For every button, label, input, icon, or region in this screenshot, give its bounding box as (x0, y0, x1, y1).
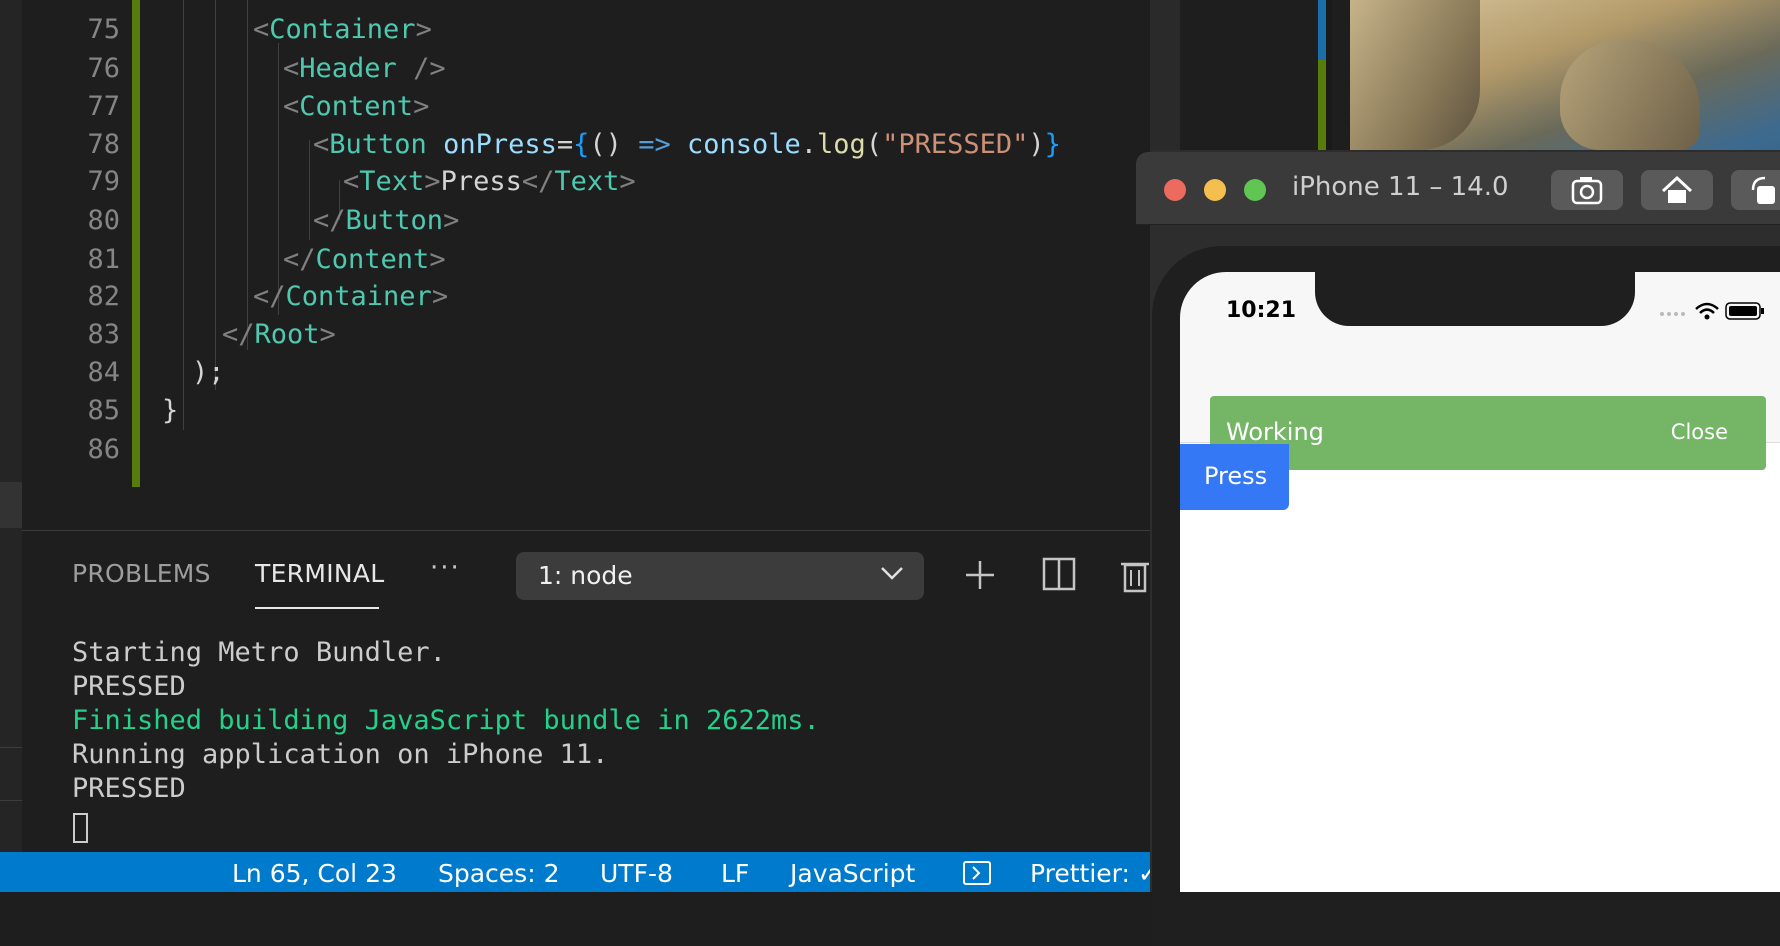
code-line[interactable]: 82 </Container> (22, 275, 1150, 318)
bottom-panel: PROBLEMS TERMINAL ··· 1: node Starting M… (22, 530, 1150, 853)
status-indentation[interactable]: Spaces: 2 (438, 859, 559, 888)
terminal-select[interactable]: 1: node (516, 552, 924, 600)
terminal-line: Starting Metro Bundler. (72, 637, 446, 668)
active-tab-underline (255, 607, 379, 609)
code-line[interactable]: 79 <Text>Press</Text> (22, 160, 1150, 203)
plus-icon[interactable] (964, 559, 996, 591)
line-number: 85 (87, 395, 120, 426)
camera-icon (1571, 177, 1603, 205)
code-line[interactable]: 85 } (22, 389, 1150, 432)
scrollbar-marker (1318, 60, 1326, 150)
status-time: 10:21 (1226, 298, 1297, 323)
terminal-line: PRESSED (72, 671, 186, 702)
code-text: </Container> (253, 281, 449, 312)
terminal-line: Running application on iPhone 11. (72, 739, 609, 770)
simulator-title: iPhone 11 – 14.0 (1292, 172, 1509, 202)
press-button-label: Press (1204, 462, 1268, 490)
more-actions-icon[interactable]: ··· (430, 553, 461, 583)
phone-screen: 10:21 Working Close Press (1180, 272, 1780, 892)
home-button[interactable] (1641, 170, 1713, 210)
code-line[interactable]: 84 ); (22, 351, 1150, 394)
trash-icon[interactable] (1120, 557, 1150, 593)
code-line[interactable]: 80 </Button> (22, 199, 1150, 242)
split-terminal-icon[interactable] (1042, 557, 1076, 591)
tab-problems[interactable]: PROBLEMS (72, 559, 211, 588)
tab-terminal[interactable]: TERMINAL (255, 559, 385, 588)
press-button[interactable]: Press (1180, 444, 1289, 510)
close-window-button[interactable] (1164, 179, 1186, 201)
status-prettier[interactable]: Prettier: ✓ (1030, 859, 1159, 888)
code-line[interactable]: 86 (22, 428, 1150, 471)
code-text: </Button> (313, 205, 460, 236)
terminal-line: Finished building JavaScript bundle in 2… (72, 705, 820, 736)
code-text: <Text>Press</Text> (343, 166, 636, 197)
code-line[interactable]: 76 <Header /> (22, 47, 1150, 90)
toast-close-button[interactable]: Close (1671, 420, 1728, 444)
status-encoding[interactable]: UTF-8 (600, 859, 673, 888)
line-number: 75 (87, 14, 120, 45)
code-line[interactable]: 83 </Root> (22, 313, 1150, 356)
code-text: </Root> (222, 319, 336, 350)
screenshot-button[interactable] (1551, 170, 1623, 210)
wallpaper-rock (1350, 0, 1480, 150)
status-eol[interactable]: LF (721, 859, 749, 888)
status-language[interactable]: JavaScript (790, 859, 915, 888)
minimize-window-button[interactable] (1204, 179, 1226, 201)
line-number: 83 (87, 319, 120, 350)
terminal-cursor (73, 813, 88, 843)
line-number: 86 (87, 434, 120, 465)
code-text: } (162, 395, 179, 426)
code-text: <Container> (253, 14, 432, 45)
signal-wifi-battery-icon (1660, 302, 1764, 320)
activity-bar-edge (0, 0, 22, 892)
line-number: 82 (87, 281, 120, 312)
terminal-select-value: 1: node (538, 561, 633, 590)
feedback-icon[interactable] (962, 860, 992, 886)
line-number: 79 (87, 166, 120, 197)
line-number: 80 (87, 205, 120, 236)
terminal-line: PRESSED (72, 773, 186, 804)
line-number: 76 (87, 53, 120, 84)
status-bar: Ln 65, Col 23 Spaces: 2 UTF-8 LF JavaScr… (0, 852, 1159, 892)
code-line[interactable]: 75 <Container> (22, 8, 1150, 51)
toast-banner: Working Close (1210, 396, 1766, 470)
line-number: 77 (87, 91, 120, 122)
simulator-titlebar: iPhone 11 – 14.0 (1136, 152, 1780, 225)
code-editor[interactable]: 75 <Container> 76 <Header /> 77 <Content… (0, 0, 1150, 530)
rotate-icon (1751, 176, 1775, 204)
zoom-window-button[interactable] (1244, 179, 1266, 201)
status-cursor-position[interactable]: Ln 65, Col 23 (232, 859, 397, 888)
code-line[interactable]: 77 <Content> (22, 85, 1150, 128)
toast-message: Working (1226, 418, 1324, 446)
phone-notch (1315, 272, 1635, 326)
code-text: <Header /> (283, 53, 446, 84)
code-text: <Content> (283, 91, 430, 122)
line-number: 84 (87, 357, 120, 388)
rotate-button[interactable] (1731, 170, 1780, 210)
home-icon (1661, 175, 1693, 203)
scrollbar-marker (1318, 0, 1326, 60)
code-text: ); (192, 357, 225, 388)
chevron-down-icon (881, 567, 903, 580)
current-line-indicator (0, 482, 22, 528)
